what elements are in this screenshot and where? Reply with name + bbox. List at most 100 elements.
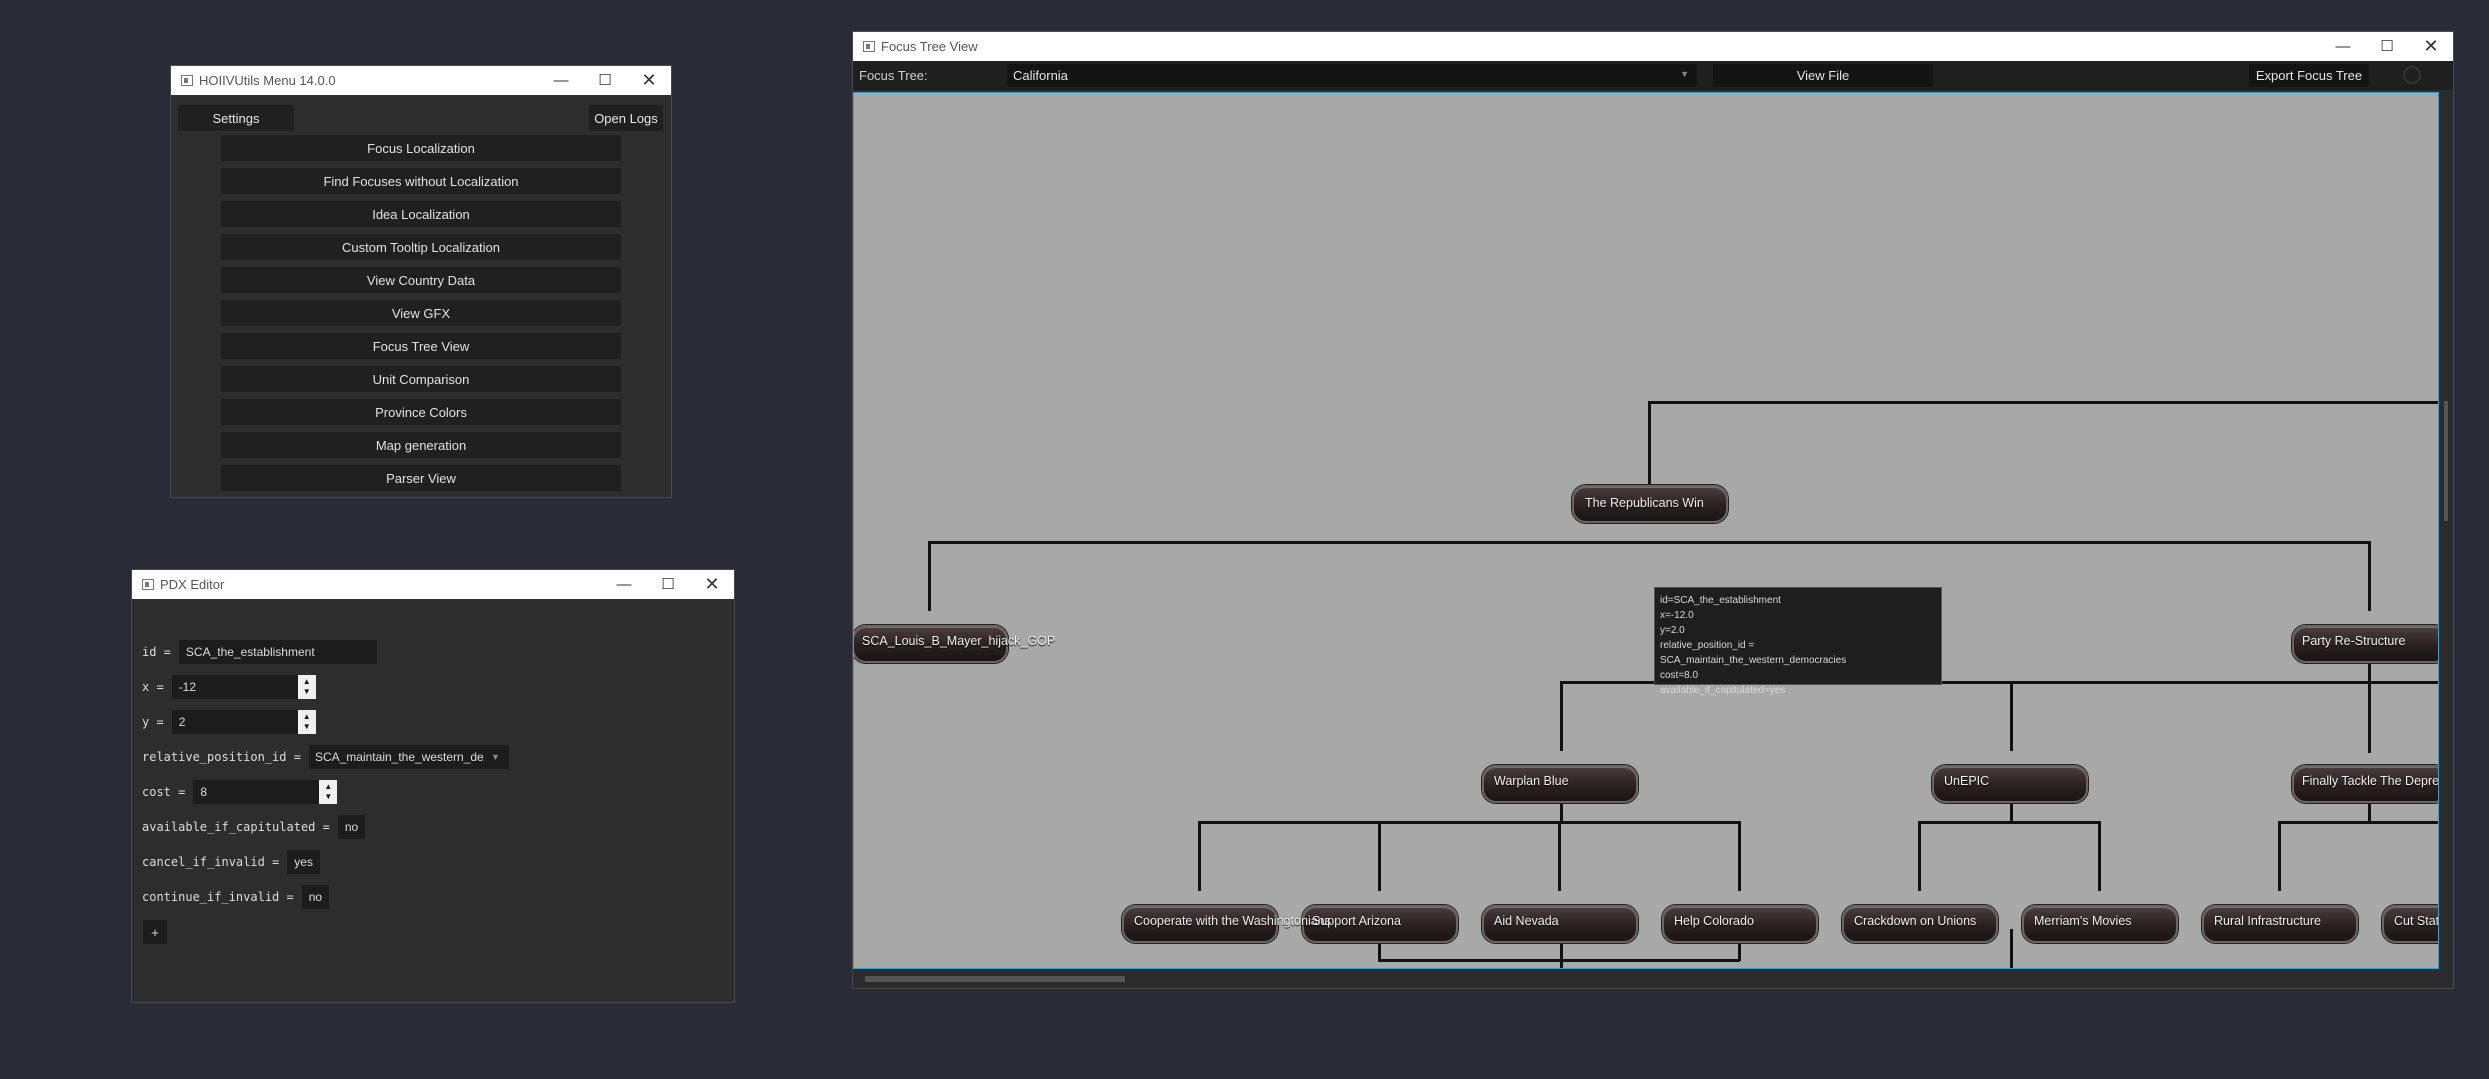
focus-label-republicans-win: The Republicans Win: [1585, 496, 1704, 510]
spin-up-icon[interactable]: ▲: [303, 677, 311, 687]
relative-position-value: SCA_maintain_the_western_de...: [314, 750, 485, 764]
spin-up-icon[interactable]: ▲: [303, 712, 311, 722]
tooltip-line: cost=8.0: [1660, 670, 1699, 681]
focus-tree-select[interactable]: California ▼: [1007, 64, 1697, 87]
view-file-button[interactable]: View File: [1713, 64, 1933, 87]
pdx-titlebar: PDX Editor — ☐ ✕: [132, 570, 734, 599]
continue-if-invalid-label: continue_if_invalid =: [142, 890, 294, 904]
menu-window-title: HOIIVUtils Menu 14.0.0: [199, 73, 336, 88]
parser-view-button[interactable]: Parser View: [221, 465, 621, 491]
connector-line: [928, 541, 931, 611]
cost-row: cost = 8 ▲ ▼: [142, 779, 338, 805]
close-icon[interactable]: ✕: [2409, 32, 2453, 61]
find-focuses-without-localization-button[interactable]: Find Focuses without Localization: [221, 168, 621, 194]
connector-line: [2368, 653, 2371, 753]
minimize-icon[interactable]: —: [539, 66, 583, 95]
custom-tooltip-localization-button[interactable]: Custom Tooltip Localization: [221, 234, 621, 260]
spin-down-icon[interactable]: ▼: [303, 687, 311, 697]
chevron-down-icon[interactable]: ▼: [491, 745, 500, 769]
connector-line: [1558, 821, 1561, 891]
connector-line: [1198, 821, 1201, 891]
add-property-button[interactable]: +: [143, 920, 167, 944]
focus-label-unepic: UnEPIC: [1944, 774, 1990, 788]
spin-down-icon[interactable]: ▼: [324, 792, 332, 802]
settings-button[interactable]: Settings: [178, 105, 294, 131]
app-icon: [142, 579, 154, 590]
minimize-icon[interactable]: —: [602, 570, 646, 599]
tooltip-line: y=2.0: [1660, 625, 1685, 636]
connector-line: [1648, 401, 2438, 404]
focus-toolbar: Focus Tree: California ▼ View File Expor…: [853, 61, 2453, 90]
tooltip-line: id=SCA_the_establishment: [1660, 595, 1781, 606]
focus-label-warplan-blue: Warplan Blue: [1494, 774, 1569, 788]
view-gfx-button[interactable]: View GFX: [221, 300, 621, 326]
focus-tree-view-button[interactable]: Focus Tree View: [221, 333, 621, 359]
x-row: x = -12 ▲ ▼: [142, 674, 316, 700]
minimize-icon[interactable]: —: [2321, 32, 2365, 61]
cost-spinner[interactable]: ▲ ▼: [319, 780, 338, 804]
connector-line: [2098, 821, 2101, 891]
unit-comparison-button[interactable]: Unit Comparison: [221, 366, 621, 392]
export-focus-tree-button[interactable]: Export Focus Tree: [2249, 64, 2369, 87]
pdx-editor-window: PDX Editor — ☐ ✕ id = SCA_the_establishm…: [132, 570, 734, 1002]
connector-line: [1738, 821, 1741, 891]
focus-tree-canvas[interactable]: The Republicans Win SCA_Louis_B_Mayer_hi…: [853, 92, 2439, 969]
cost-label: cost =: [142, 785, 186, 799]
focus-window-title: Focus Tree View: [881, 39, 978, 54]
connector-line: [1378, 821, 1381, 891]
tooltip-line: relative_position_id = SCA_maintain_the_…: [1660, 640, 1847, 666]
connector-line: [1918, 821, 1921, 891]
x-input[interactable]: -12: [171, 675, 298, 699]
spin-down-icon[interactable]: ▼: [303, 722, 311, 732]
focus-label-finally-tackle: Finally Tackle The Depression: [2302, 774, 2439, 788]
relative-position-label: relative_position_id =: [142, 750, 301, 764]
available-if-capitulated-label: available_if_capitulated =: [142, 820, 330, 834]
y-input[interactable]: 2: [171, 710, 298, 734]
focus-label-party-restructure: Party Re-Structure: [2302, 634, 2406, 648]
chevron-down-icon[interactable]: ▼: [1680, 69, 1689, 79]
view-country-data-button[interactable]: View Country Data: [221, 267, 621, 293]
connector-line: [2010, 929, 2013, 968]
available-if-capitulated-toggle[interactable]: no: [337, 815, 366, 839]
focus-label-support-arizona: Support Arizona: [1312, 914, 1401, 928]
horizontal-scroll-thumb[interactable]: [865, 976, 1125, 982]
hoi4utils-menu-window: HOIIVUtils Menu 14.0.0 — ☐ ✕ Settings Op…: [171, 66, 671, 497]
gear-icon[interactable]: [2403, 66, 2421, 84]
maximize-icon[interactable]: ☐: [2365, 32, 2409, 61]
focus-label-rural: Rural Infrastructure: [2214, 914, 2321, 928]
continue-if-invalid-toggle[interactable]: no: [301, 885, 330, 909]
spin-up-icon[interactable]: ▲: [324, 782, 332, 792]
close-icon[interactable]: ✕: [627, 66, 671, 95]
id-input[interactable]: SCA_the_establishment: [178, 640, 377, 664]
focus-label-merriams: Merriam's Movies: [2034, 914, 2132, 928]
focus-tooltip: id=SCA_the_establishment x=-12.0 y=2.0 r…: [1654, 587, 1942, 696]
maximize-icon[interactable]: ☐: [583, 66, 627, 95]
focus-label-crackdown: Crackdown on Unions: [1854, 914, 1977, 928]
menu-titlebar: HOIIVUtils Menu 14.0.0 — ☐ ✕: [171, 66, 671, 95]
open-logs-button[interactable]: Open Logs: [589, 105, 663, 131]
cost-input[interactable]: 8: [193, 780, 320, 804]
vertical-scroll-thumb[interactable]: [2444, 401, 2448, 521]
map-generation-button[interactable]: Map generation: [221, 432, 621, 458]
id-row: id = SCA_the_establishment: [142, 639, 377, 665]
relative-position-select[interactable]: SCA_maintain_the_western_de... ▼: [308, 745, 509, 769]
x-spinner[interactable]: ▲ ▼: [297, 675, 316, 699]
pdx-window-title: PDX Editor: [160, 577, 225, 592]
focus-label-cut-state: Cut State: [2394, 914, 2439, 928]
focus-label-aid-nevada: Aid Nevada: [1494, 914, 1559, 928]
tooltip-line: x=-12.0: [1660, 610, 1694, 621]
focus-localization-button[interactable]: Focus Localization: [221, 135, 621, 161]
tooltip-line: available_if_capitulated=yes: [1660, 685, 1786, 696]
close-icon[interactable]: ✕: [690, 570, 734, 599]
idea-localization-button[interactable]: Idea Localization: [221, 201, 621, 227]
cancel-if-invalid-toggle[interactable]: yes: [287, 850, 320, 874]
maximize-icon[interactable]: ☐: [646, 570, 690, 599]
y-spinner[interactable]: ▲ ▼: [297, 710, 316, 734]
connector-line: [2278, 821, 2281, 891]
vertical-scrollbar[interactable]: [2441, 96, 2451, 971]
focus-titlebar: Focus Tree View — ☐ ✕: [853, 32, 2453, 61]
x-label: x =: [142, 680, 164, 694]
connector-line: [1560, 681, 1563, 751]
province-colors-button[interactable]: Province Colors: [221, 399, 621, 425]
horizontal-scrollbar[interactable]: [853, 973, 2439, 985]
